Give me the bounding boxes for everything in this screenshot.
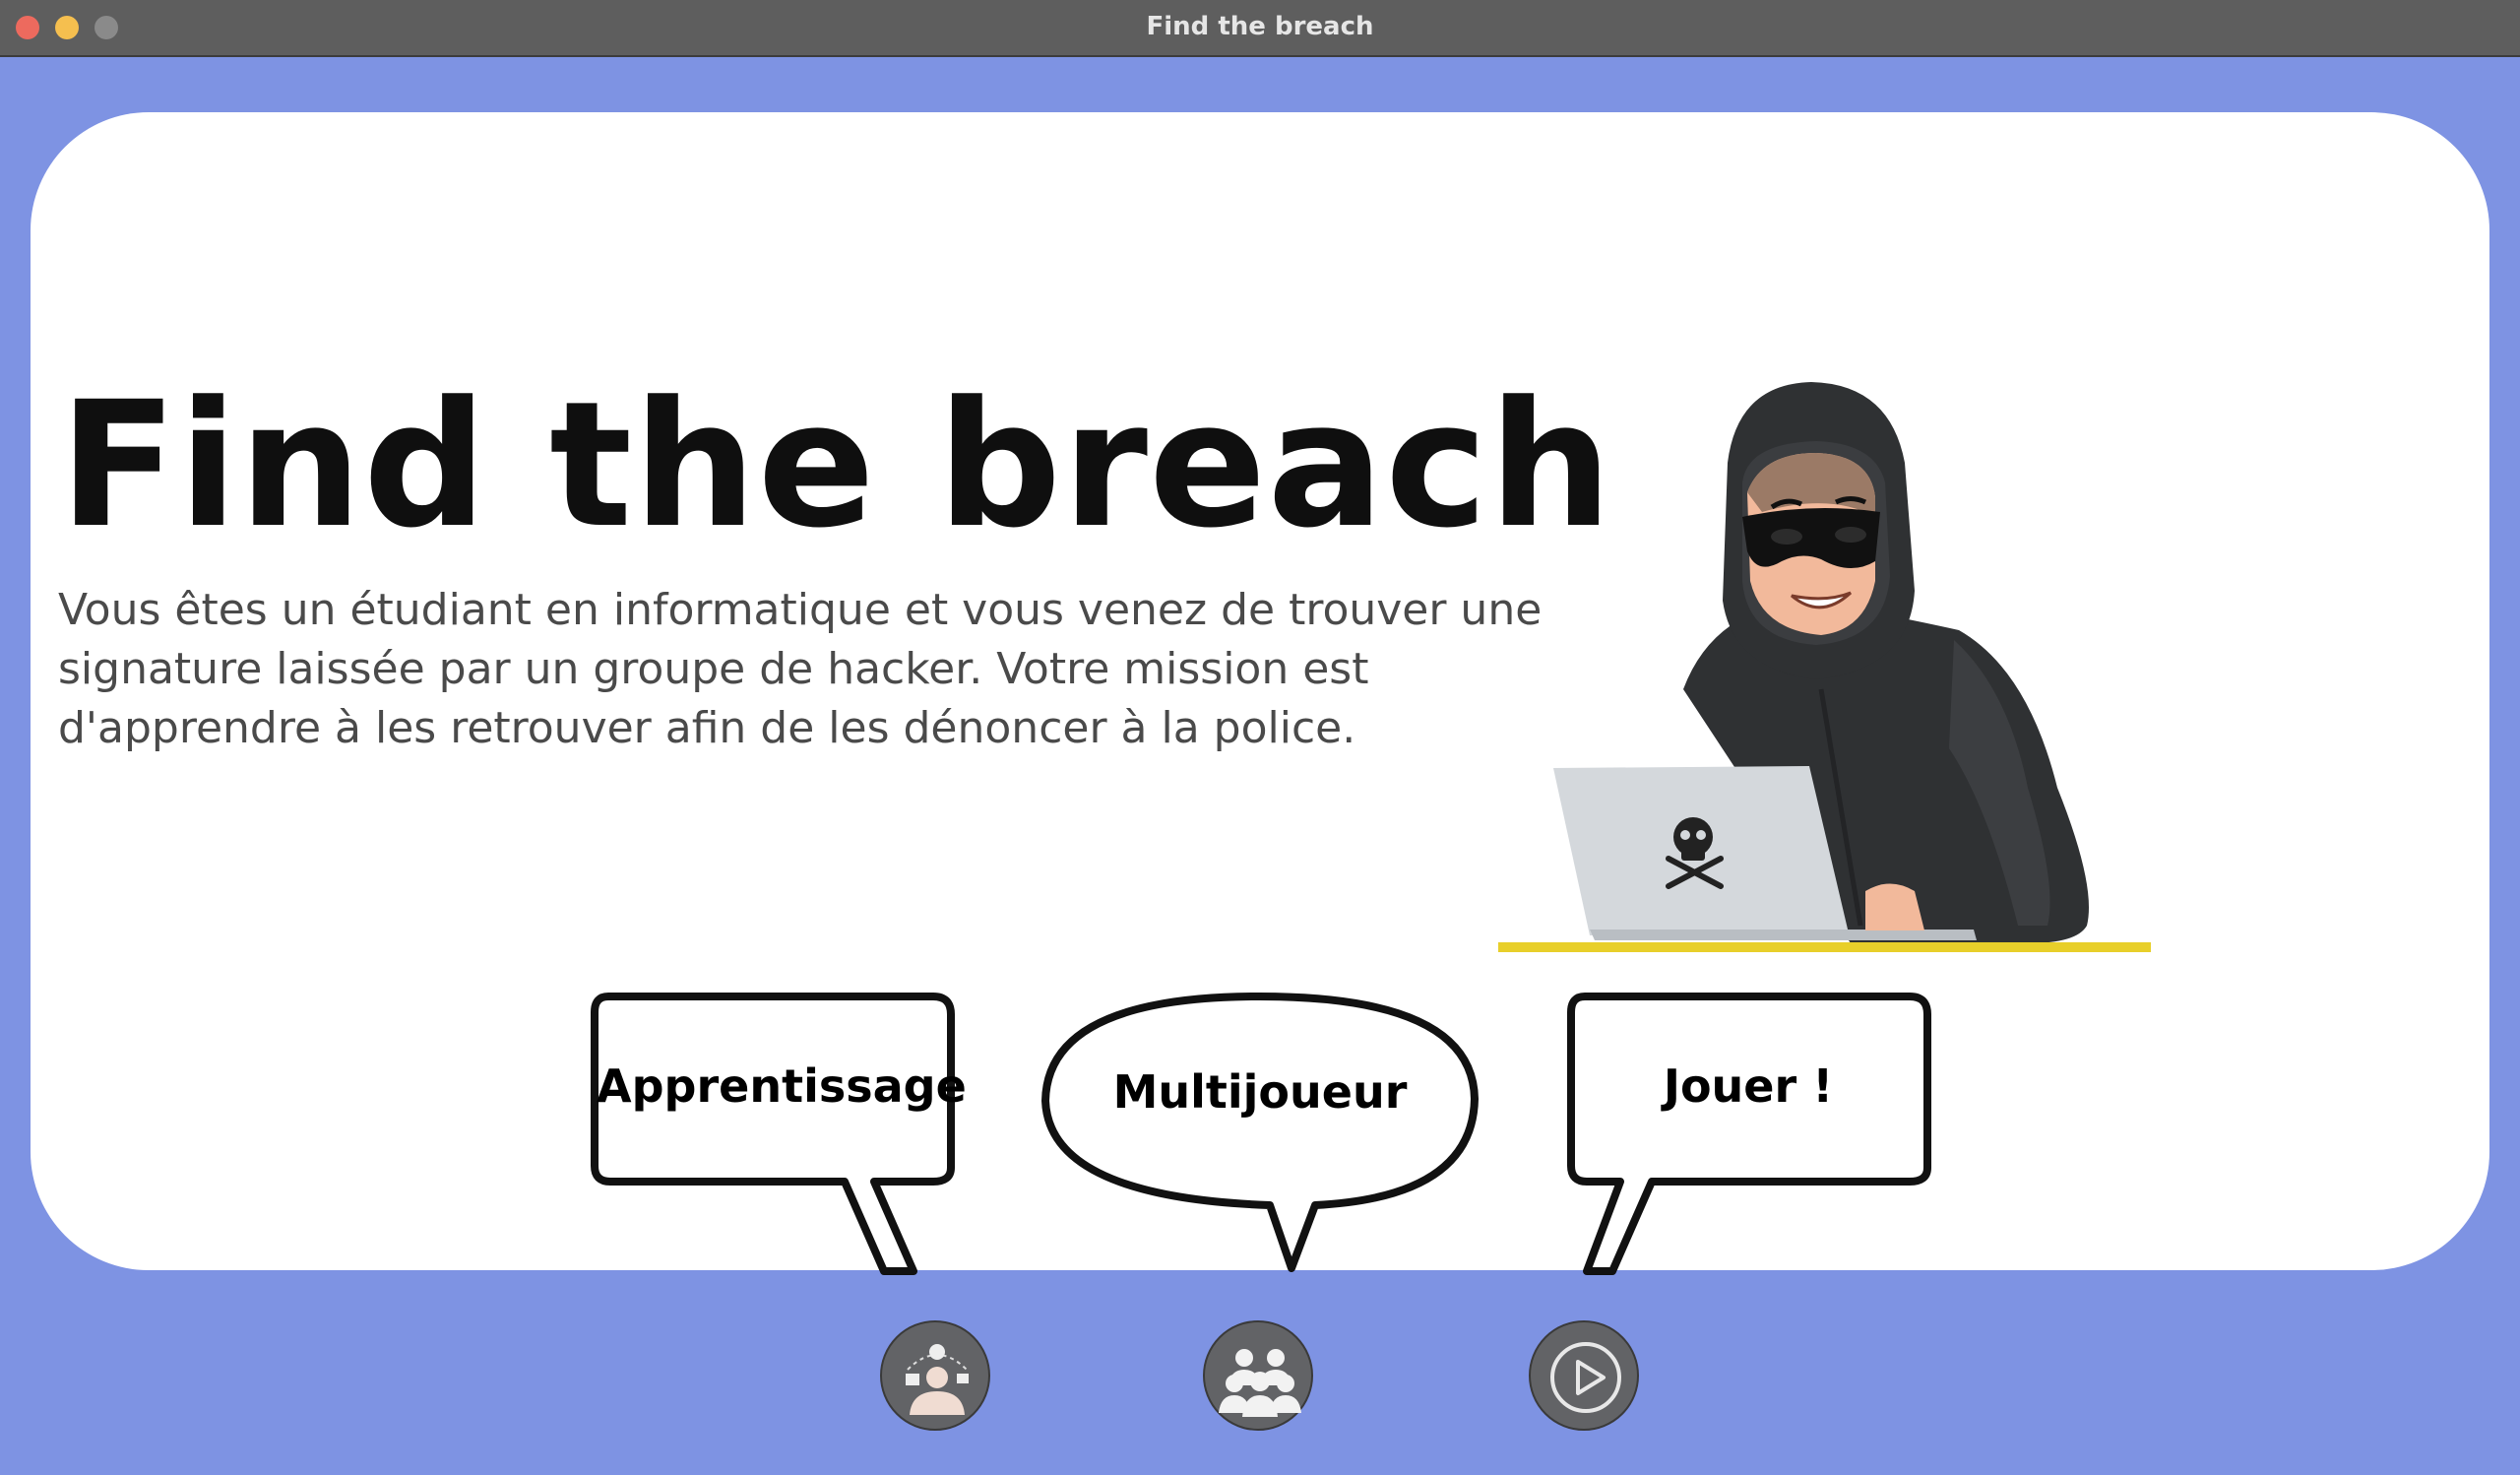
multiplayer-button[interactable]: [1203, 1320, 1313, 1431]
multiplayer-speech-bubble[interactable]: [1040, 991, 1480, 1276]
learning-speech-bubble[interactable]: [589, 991, 958, 1276]
window-titlebar: Find the breach: [0, 0, 2520, 57]
window-title: Find the breach: [1146, 12, 1374, 41]
multiplayer-mode-label[interactable]: Multijoueur: [1063, 1065, 1457, 1119]
learning-button[interactable]: [880, 1320, 990, 1431]
play-button[interactable]: [1529, 1320, 1639, 1431]
learning-mode-label[interactable]: Apprentissage: [597, 1059, 967, 1113]
play-mode-label[interactable]: Jouer !: [1573, 1059, 1923, 1113]
intro-description: Vous êtes un étudiant en informatique et…: [58, 585, 1543, 753]
page-title: Find the breach: [59, 364, 1613, 566]
learning-icon: [906, 1344, 969, 1415]
group-icon: [1219, 1349, 1301, 1417]
play-speech-bubble[interactable]: [1565, 991, 1934, 1276]
hacker-illustration: [1498, 382, 2151, 952]
play-icon: [1550, 1342, 1621, 1413]
